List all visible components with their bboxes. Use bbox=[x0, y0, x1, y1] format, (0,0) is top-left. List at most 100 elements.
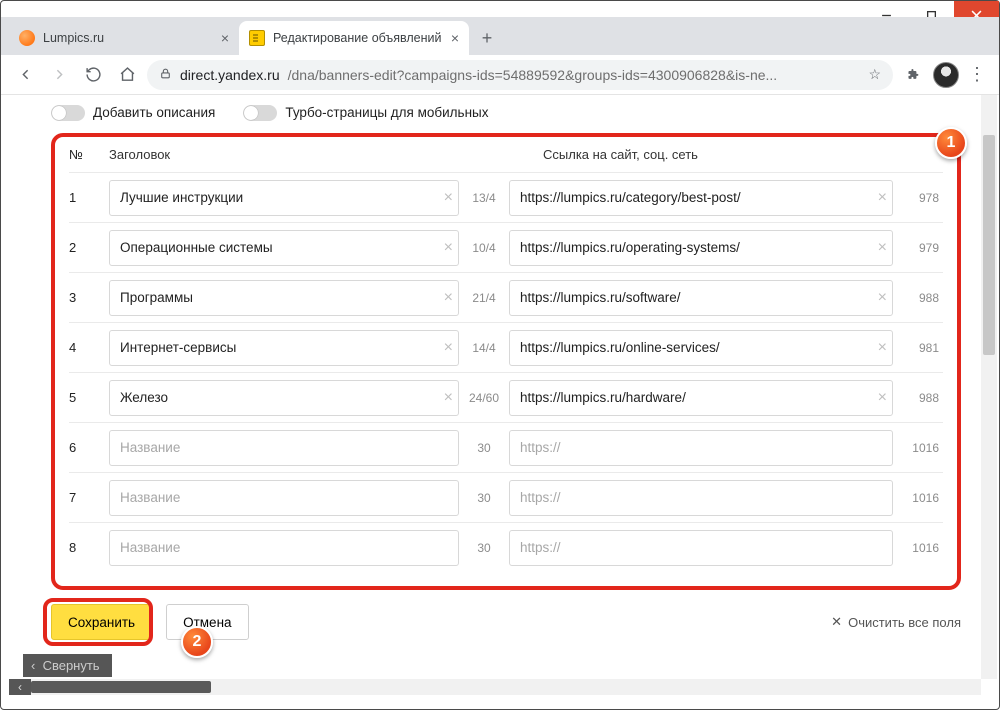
link-counter: 1016 bbox=[893, 541, 943, 555]
annotation-badge-1: 1 bbox=[935, 127, 967, 159]
link-cell: × bbox=[509, 330, 893, 366]
link-counter: 981 bbox=[893, 341, 943, 355]
url-host: direct.yandex.ru bbox=[180, 67, 280, 83]
link-input[interactable] bbox=[509, 230, 893, 266]
clear-icon[interactable]: × bbox=[444, 290, 453, 306]
toggle-descriptions[interactable]: Добавить описания bbox=[51, 105, 215, 121]
forward-button[interactable] bbox=[45, 61, 73, 89]
clear-icon[interactable]: × bbox=[878, 190, 887, 206]
clear-icon[interactable]: × bbox=[878, 340, 887, 356]
table-header: № Заголовок Ссылка на сайт, соц. сеть bbox=[69, 145, 943, 172]
address-bar[interactable]: direct.yandex.ru/dna/banners-edit?campai… bbox=[147, 60, 893, 90]
title-input[interactable] bbox=[109, 230, 459, 266]
row-number: 5 bbox=[69, 390, 109, 405]
table-row: 2×10/4×979 bbox=[69, 222, 943, 272]
clear-icon[interactable]: × bbox=[444, 240, 453, 256]
lock-icon bbox=[159, 67, 172, 83]
title-counter: 30 bbox=[459, 491, 509, 505]
title-counter: 10/4 bbox=[459, 241, 509, 255]
link-cell: × bbox=[509, 280, 893, 316]
row-number: 7 bbox=[69, 490, 109, 505]
row-number: 3 bbox=[69, 290, 109, 305]
close-icon: ✕ bbox=[831, 614, 842, 630]
link-cell bbox=[509, 480, 893, 516]
row-number: 2 bbox=[69, 240, 109, 255]
clear-icon[interactable]: × bbox=[878, 240, 887, 256]
title-input[interactable] bbox=[109, 330, 459, 366]
title-input[interactable] bbox=[109, 380, 459, 416]
tab-edit-ads[interactable]: Редактирование объявлений × bbox=[239, 21, 469, 55]
link-input[interactable] bbox=[509, 430, 893, 466]
toggle-label: Добавить описания bbox=[93, 105, 215, 120]
favicon-icon bbox=[19, 30, 35, 46]
title-cell bbox=[109, 430, 459, 466]
title-input[interactable] bbox=[109, 430, 459, 466]
scroll-left-icon[interactable]: ‹ bbox=[9, 679, 31, 695]
title-counter: 14/4 bbox=[459, 341, 509, 355]
link-cell bbox=[509, 530, 893, 566]
title-counter: 13/4 bbox=[459, 191, 509, 205]
title-cell: × bbox=[109, 330, 459, 366]
link-cell: × bbox=[509, 380, 893, 416]
reload-button[interactable] bbox=[79, 61, 107, 89]
row-number: 6 bbox=[69, 440, 109, 455]
link-cell: × bbox=[509, 230, 893, 266]
favicon-icon bbox=[249, 30, 265, 46]
home-button[interactable] bbox=[113, 61, 141, 89]
link-input[interactable] bbox=[509, 180, 893, 216]
link-input[interactable] bbox=[509, 380, 893, 416]
link-input[interactable] bbox=[509, 280, 893, 316]
link-input[interactable] bbox=[509, 330, 893, 366]
clear-icon[interactable]: × bbox=[878, 390, 887, 406]
clear-icon[interactable]: × bbox=[444, 340, 453, 356]
title-cell: × bbox=[109, 380, 459, 416]
clear-all-link[interactable]: ✕ Очистить все поля bbox=[831, 614, 961, 630]
link-counter: 988 bbox=[893, 391, 943, 405]
close-tab-icon[interactable]: × bbox=[221, 30, 229, 46]
vertical-scrollbar[interactable] bbox=[981, 95, 997, 679]
title-cell: × bbox=[109, 230, 459, 266]
table-row: 8301016 bbox=[69, 522, 943, 572]
title-cell: × bbox=[109, 180, 459, 216]
link-counter: 1016 bbox=[893, 491, 943, 505]
tab-lumpics[interactable]: Lumpics.ru × bbox=[9, 21, 239, 55]
table-row: 4 × 14/4 × 981 bbox=[69, 322, 943, 372]
annotation-badge-2: 2 bbox=[181, 626, 213, 658]
scrollbar-thumb[interactable] bbox=[983, 135, 995, 355]
browser-toolbar: direct.yandex.ru/dna/banners-edit?campai… bbox=[1, 55, 999, 95]
save-button[interactable]: Сохранить bbox=[51, 604, 152, 640]
back-button[interactable] bbox=[11, 61, 39, 89]
link-input[interactable] bbox=[509, 530, 893, 566]
title-counter: 21/4 bbox=[459, 291, 509, 305]
row-number: 8 bbox=[69, 540, 109, 555]
new-tab-button[interactable]: + bbox=[473, 24, 501, 52]
row-number: 4 bbox=[69, 340, 109, 355]
title-input[interactable] bbox=[109, 480, 459, 516]
scrollbar-thumb[interactable] bbox=[31, 681, 211, 693]
link-input[interactable] bbox=[509, 480, 893, 516]
horizontal-scrollbar[interactable]: ‹ bbox=[31, 679, 981, 695]
bookmark-icon[interactable]: ☆ bbox=[868, 66, 881, 83]
title-input[interactable] bbox=[109, 180, 459, 216]
url-path: /dna/banners-edit?campaigns-ids=54889592… bbox=[288, 67, 778, 83]
col-link: Ссылка на сайт, соц. сеть bbox=[499, 147, 943, 162]
collapse-label: Свернуть bbox=[43, 658, 100, 673]
table-row: 7 30 1016 bbox=[69, 472, 943, 522]
row-number: 1 bbox=[69, 190, 109, 205]
close-tab-icon[interactable]: × bbox=[451, 30, 459, 46]
link-counter: 988 bbox=[893, 291, 943, 305]
tab-title: Редактирование объявлений bbox=[273, 31, 441, 45]
title-input[interactable] bbox=[109, 530, 459, 566]
clear-icon[interactable]: × bbox=[444, 190, 453, 206]
table-row: 3 × 21/4 × 988 bbox=[69, 272, 943, 322]
extensions-icon[interactable] bbox=[899, 61, 927, 89]
clear-icon[interactable]: × bbox=[878, 290, 887, 306]
toggle-turbo[interactable]: Турбо-страницы для мобильных bbox=[243, 105, 488, 121]
profile-avatar[interactable] bbox=[933, 62, 959, 88]
clear-icon[interactable]: × bbox=[444, 390, 453, 406]
table-body: 1×13/4×9782×10/4×9793×21/4×9884×14/4×981… bbox=[69, 172, 943, 572]
collapse-bar[interactable]: ‹ Свернуть bbox=[23, 654, 112, 677]
title-input[interactable] bbox=[109, 280, 459, 316]
col-title: Заголовок bbox=[109, 147, 499, 162]
kebab-menu-icon[interactable]: ⋮ bbox=[965, 64, 989, 85]
